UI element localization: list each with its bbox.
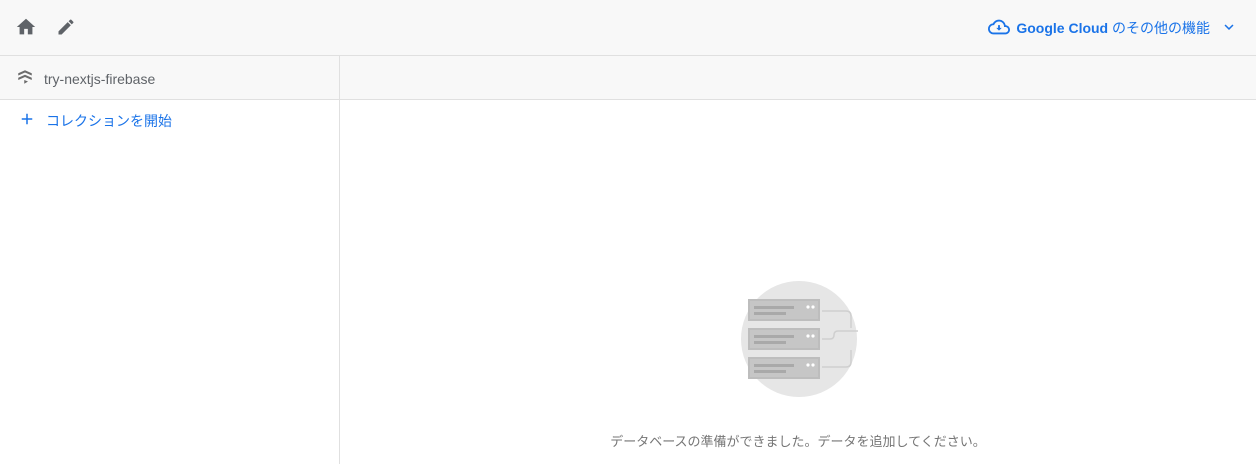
chevron-down-icon xyxy=(1220,18,1238,39)
pencil-icon[interactable] xyxy=(55,16,77,38)
document-header xyxy=(340,56,1256,100)
firestore-icon xyxy=(16,68,34,89)
collections-panel: コレクションを開始 xyxy=(0,100,340,464)
empty-state-message: データベースの準備ができました。データを追加してください。 xyxy=(610,434,986,449)
google-cloud-link-suffix: のその他の機能 xyxy=(1108,20,1210,36)
database-header: try-nextjs-firebase xyxy=(0,56,340,100)
top-toolbar: Google Cloud のその他の機能 xyxy=(0,0,1256,56)
database-servers-illustration xyxy=(738,278,860,400)
data-panel: データベースの準備ができました。データを追加してください。 xyxy=(340,100,1256,464)
start-collection-button[interactable]: コレクションを開始 xyxy=(18,110,172,131)
google-cloud-more-features-link[interactable]: Google Cloud のその他の機能 xyxy=(988,16,1238,40)
home-icon[interactable] xyxy=(15,16,37,38)
plus-icon xyxy=(18,110,36,131)
database-breadcrumb[interactable]: try-nextjs-firebase xyxy=(16,68,155,89)
google-cloud-brand: Google Cloud xyxy=(1016,20,1109,36)
database-name: try-nextjs-firebase xyxy=(44,70,156,87)
start-collection-label: コレクションを開始 xyxy=(46,112,172,129)
cloud-icon xyxy=(988,16,1011,41)
